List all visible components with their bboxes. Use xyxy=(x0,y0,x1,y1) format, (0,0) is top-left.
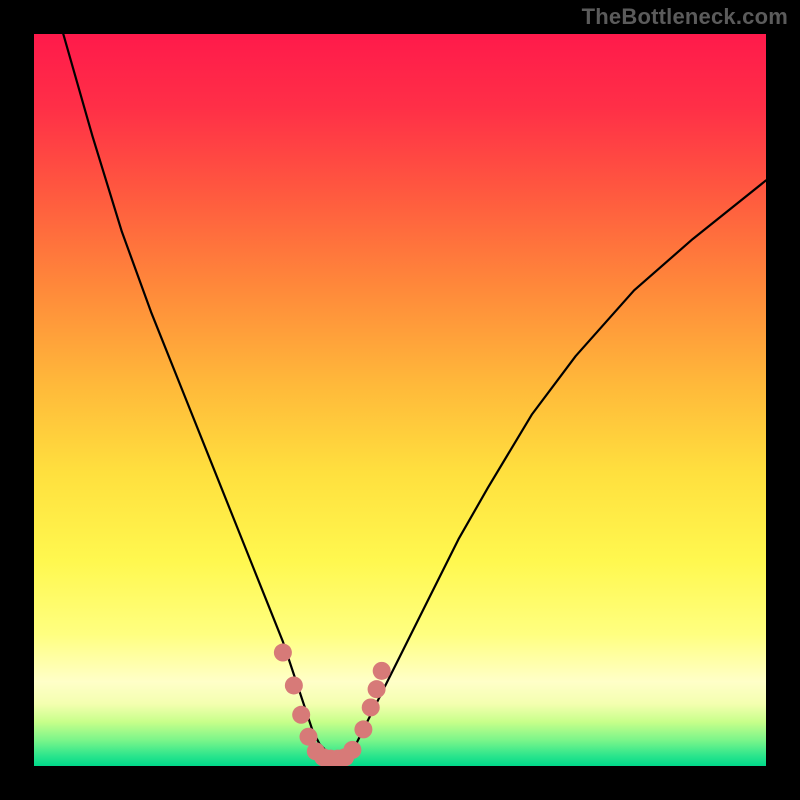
bottleneck-curve xyxy=(34,34,766,759)
data-dot xyxy=(368,680,386,698)
data-dot xyxy=(343,741,361,759)
chart-overlay xyxy=(34,34,766,766)
chart-canvas: TheBottleneck.com xyxy=(0,0,800,800)
data-dot xyxy=(285,676,303,694)
data-dots xyxy=(274,644,391,766)
data-dot xyxy=(292,706,310,724)
data-dot xyxy=(274,644,292,662)
data-dot xyxy=(373,662,391,680)
data-dot xyxy=(354,720,372,738)
data-dot xyxy=(362,698,380,716)
watermark-text: TheBottleneck.com xyxy=(582,4,788,30)
plot-area xyxy=(34,34,766,766)
